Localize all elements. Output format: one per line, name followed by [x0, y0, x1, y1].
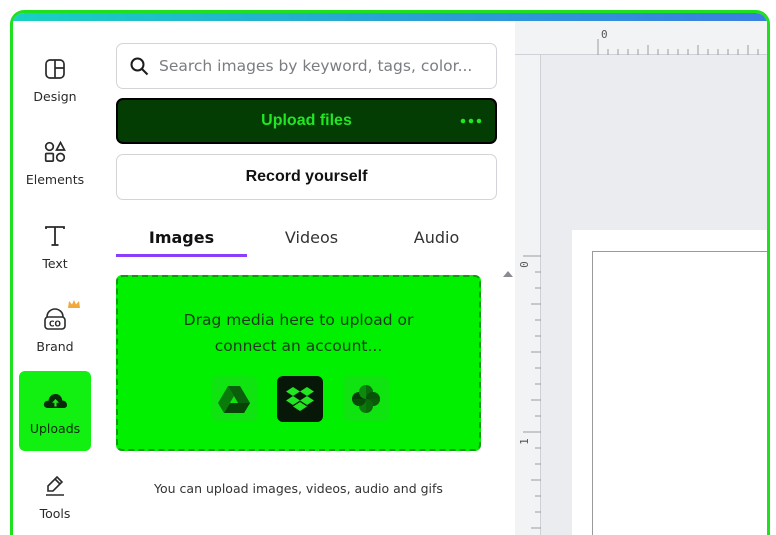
- upload-files-button[interactable]: Upload files: [116, 98, 497, 144]
- tab-label: Audio: [413, 227, 460, 247]
- layout-icon: [41, 55, 69, 83]
- google-drive-icon[interactable]: [211, 376, 257, 422]
- app-frame: Design Elements Text CO Brand Uploads To…: [10, 10, 770, 535]
- cloud-upload-icon: [41, 387, 69, 415]
- pen-tool-icon: [41, 472, 69, 500]
- search-input[interactable]: [159, 57, 479, 75]
- rail-item-text[interactable]: Text: [19, 206, 91, 286]
- side-rail: Design Elements Text CO Brand Uploads To…: [13, 21, 106, 535]
- page-bleed-guide: [592, 251, 767, 535]
- search-icon: [129, 56, 149, 76]
- text-icon: [41, 222, 69, 250]
- dropzone-line-2: connect an account...: [214, 337, 383, 355]
- rail-item-tools[interactable]: Tools: [19, 456, 91, 535]
- rail-item-label: Brand: [36, 338, 74, 354]
- record-yourself-label: Record yourself: [245, 168, 368, 185]
- dropzone-line-1: Drag media here to upload or: [183, 311, 414, 329]
- uploads-panel: Upload files Record yourself Images Vide…: [106, 21, 501, 535]
- vertical-ruler: 0 1: [515, 55, 541, 535]
- more-options-icon[interactable]: [457, 100, 485, 142]
- canvas-page[interactable]: [572, 230, 767, 535]
- rail-item-design[interactable]: Design: [19, 39, 91, 119]
- ruler-label: 0: [601, 28, 608, 41]
- connect-sources: [211, 376, 391, 422]
- rail-item-label: Elements: [25, 171, 85, 187]
- crown-icon: [68, 299, 80, 308]
- svg-text:CO: CO: [49, 319, 61, 328]
- dropzone-text: Drag media here to upload or connect an …: [118, 307, 479, 359]
- tab-videos[interactable]: Videos: [246, 217, 377, 257]
- search-box[interactable]: [116, 43, 497, 89]
- dropbox-icon[interactable]: [277, 376, 323, 422]
- rail-item-label: Tools: [39, 505, 71, 521]
- shapes-icon: [41, 138, 69, 166]
- google-photos-icon[interactable]: [343, 376, 389, 422]
- horizontal-ruler: 0: [515, 21, 767, 55]
- rail-item-label: Design: [33, 88, 77, 104]
- tab-label: Videos: [284, 227, 339, 247]
- record-yourself-button[interactable]: Record yourself: [116, 154, 497, 200]
- ruler-label: 0: [517, 261, 531, 268]
- rail-item-uploads[interactable]: Uploads: [19, 371, 91, 451]
- upload-files-label: Upload files: [261, 112, 352, 129]
- scroll-up-arrow-icon[interactable]: [501, 266, 515, 280]
- media-tabs: Images Videos Audio: [116, 217, 497, 257]
- tab-label: Images: [148, 227, 215, 247]
- brand-kit-icon: CO: [41, 299, 80, 333]
- rail-item-label: Text: [42, 255, 68, 271]
- rail-item-elements[interactable]: Elements: [19, 122, 91, 202]
- tab-images[interactable]: Images: [116, 217, 247, 257]
- tab-audio[interactable]: Audio: [371, 217, 502, 257]
- ruler-label: 1: [517, 438, 531, 445]
- top-gradient-bar: [13, 13, 767, 21]
- upload-hint: You can upload images, videos, audio and…: [154, 481, 443, 496]
- rail-item-brand[interactable]: CO Brand: [19, 289, 91, 369]
- rail-item-label: Uploads: [29, 420, 81, 436]
- design-canvas: 0 0 1: [515, 21, 767, 535]
- upload-dropzone[interactable]: Drag media here to upload or connect an …: [116, 275, 481, 451]
